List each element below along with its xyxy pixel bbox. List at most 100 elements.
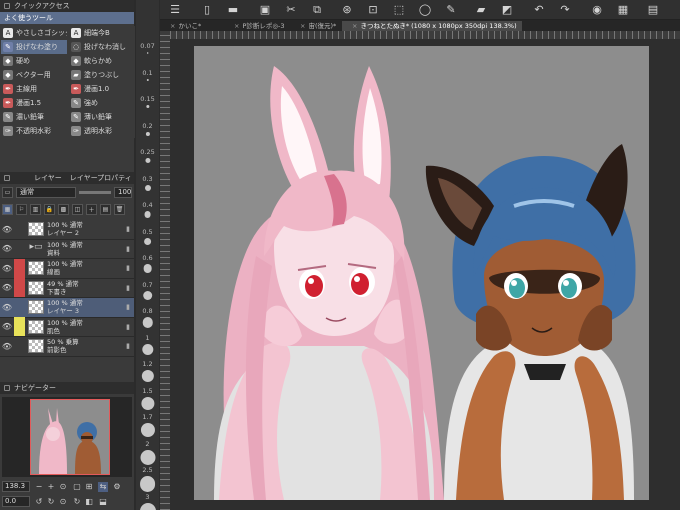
visibility-eye-icon[interactable]: 👁	[0, 283, 14, 292]
transform-icon[interactable]: ⬚	[392, 3, 406, 17]
layer-select-icon[interactable]: ▦	[2, 203, 13, 215]
grid-icon[interactable]: ▦	[616, 3, 630, 17]
palette-menu-icon[interactable]	[4, 3, 10, 9]
timelapse-icon[interactable]: ▤	[646, 3, 660, 17]
quick-access-item[interactable]: ◆ ベクター用	[1, 68, 67, 82]
layer-row[interactable]: 👁 100 % 通常 線画 ▮	[0, 258, 134, 279]
brush-size-dot[interactable]	[144, 158, 151, 164]
quick-access-item[interactable]: ◆ 軟らかめ	[69, 54, 135, 68]
rotation-field[interactable]: 0.0	[2, 496, 30, 507]
rotate-slider-icon[interactable]: ⊙	[58, 497, 68, 507]
quick-access-item[interactable]: ◌ 投げなわ消し	[69, 40, 135, 54]
close-tab-icon[interactable]: ×	[170, 22, 175, 30]
zoom-out-icon[interactable]: −	[34, 482, 44, 492]
quick-access-set-select[interactable]: よく使うツール	[0, 12, 134, 24]
layer-color-tag[interactable]	[14, 258, 25, 278]
eyedropper-icon[interactable]: ✎	[444, 3, 458, 17]
brush-size-dot[interactable]	[142, 317, 153, 328]
delete-layer-icon[interactable]: 🗑	[114, 203, 125, 215]
opacity-slider[interactable]	[79, 190, 111, 194]
quick-access-item[interactable]: ◆ 硬め	[1, 54, 67, 68]
brush-size-label[interactable]: 1.2	[136, 360, 159, 368]
brush-size-label[interactable]: 0.1	[136, 69, 159, 77]
selection-icon[interactable]: ⊛	[340, 3, 354, 17]
brush-size-dot[interactable]	[139, 476, 156, 492]
new-folder-icon[interactable]: ▤	[100, 203, 111, 215]
quick-access-item[interactable]: ▰ 塗りつぶし	[69, 68, 135, 82]
brush-size-dot[interactable]	[140, 396, 155, 410]
open-folder-icon[interactable]: ▬	[226, 3, 240, 17]
navigator-preview[interactable]	[2, 397, 132, 477]
layer-row[interactable]: 👁 100 % 通常 肌色 ▮	[0, 317, 134, 337]
quick-access-item[interactable]: ✎ 薄い鉛筆	[69, 110, 135, 124]
visibility-eye-icon[interactable]: 👁	[0, 322, 14, 331]
layer-color-tag[interactable]	[14, 239, 25, 258]
brush-size-dot[interactable]	[143, 264, 152, 273]
palette-menu-icon[interactable]	[4, 385, 10, 391]
brush-size-label[interactable]: 0.25	[136, 148, 159, 156]
copy-icon[interactable]: ⧉	[310, 3, 324, 17]
menu-icon[interactable]: ☰	[168, 3, 182, 17]
zoom-field[interactable]: 138.3	[2, 481, 30, 492]
layer-color-tag[interactable]	[14, 337, 25, 356]
lock-icon[interactable]: ▮	[126, 323, 130, 331]
quick-access-item[interactable]: ✎ 投げなわ塗り	[1, 40, 67, 54]
brush-size-dot[interactable]	[140, 449, 155, 465]
zoom-slider-icon[interactable]: ⊙	[58, 482, 68, 492]
lasso-icon[interactable]: ◯	[418, 3, 432, 17]
quick-access-item[interactable]: ✒ 主線用	[1, 82, 67, 96]
invert-selection-icon[interactable]: ⊡	[366, 3, 380, 17]
blend-mode-select[interactable]: 通常	[16, 186, 76, 198]
layer-color-tag[interactable]	[14, 317, 25, 337]
layer-color-tag[interactable]	[14, 298, 25, 317]
brush-size-dot[interactable]	[143, 237, 152, 246]
brush-size-dot[interactable]	[146, 78, 149, 81]
mask-icon[interactable]: ◫	[72, 203, 83, 215]
visibility-eye-icon[interactable]: 👁	[0, 244, 14, 253]
brush-size-label[interactable]: 1.7	[136, 413, 159, 421]
rotate-left-icon[interactable]: ↺	[34, 497, 44, 507]
brush-size-label[interactable]: 0.7	[136, 281, 159, 289]
undo-icon[interactable]: ↶	[532, 3, 546, 17]
palette-menu-icon[interactable]	[4, 175, 10, 181]
flip-icon[interactable]: ⇆	[98, 482, 108, 492]
lock-icon[interactable]: ▮	[126, 225, 130, 233]
brush-size-dot[interactable]	[141, 370, 154, 383]
layer-row[interactable]: 👁 100 % 通常 レイヤー 2 ▮	[0, 220, 134, 240]
close-tab-icon[interactable]: ×	[352, 22, 357, 30]
zoom-in-icon[interactable]: +	[46, 482, 56, 492]
cut-icon[interactable]: ✂	[284, 3, 298, 17]
flip-vertical-icon[interactable]: ⬓	[98, 497, 108, 507]
flip-horizontal-icon[interactable]: ◧	[84, 497, 94, 507]
brush-size-label[interactable]: 0.5	[136, 228, 159, 236]
reference-icon[interactable]: ⚐	[16, 203, 27, 215]
brush-size-dot[interactable]	[144, 184, 151, 191]
tab-layer[interactable]: レイヤー	[34, 173, 62, 183]
layer-row[interactable]: 👁 50 % 乗算 前影色 ▮	[0, 337, 134, 357]
quick-access-item[interactable]: A 細端今B	[69, 26, 135, 40]
quick-access-item[interactable]: ✑ 透明水彩	[69, 124, 135, 138]
clip-icon[interactable]: ▥	[30, 203, 41, 215]
brush-size-label[interactable]: 1.5	[136, 387, 159, 395]
navigator-view-frame[interactable]	[30, 399, 110, 475]
layer-row[interactable]: 👁 100 % 通常 レイヤー 3 ▮	[0, 298, 134, 318]
rotate-right-icon[interactable]: ↻	[46, 497, 56, 507]
new-file-icon[interactable]: ▯	[200, 3, 214, 17]
quick-access-item[interactable]: ✎ 強め	[69, 96, 135, 110]
brush-size-dot[interactable]	[139, 502, 156, 510]
lock-transparent-icon[interactable]: ▩	[58, 203, 69, 215]
brush-size-label[interactable]: 0.6	[136, 254, 159, 262]
clear-icon[interactable]: ◩	[500, 3, 514, 17]
quick-access-item[interactable]: A やさしさゴシック	[1, 26, 67, 40]
quick-access-title-bar[interactable]: クイックアクセス	[0, 0, 134, 12]
save-icon[interactable]: ▣	[258, 3, 272, 17]
visibility-eye-icon[interactable]: 👁	[0, 225, 14, 234]
quick-access-item[interactable]: ✒ 漫画1.0	[69, 82, 135, 96]
layer-row[interactable]: 👁 ▸▭ 100 % 通常 資料 ▮	[0, 239, 134, 259]
brush-size-dot[interactable]	[142, 290, 153, 301]
layer-row[interactable]: 👁 49 % 通常 下書き ▮	[0, 278, 134, 298]
brush-size-label[interactable]: 0.4	[136, 201, 159, 209]
quick-access-item[interactable]: ✎ 濃い鉛筆	[1, 110, 67, 124]
visibility-eye-icon[interactable]: 👁	[0, 342, 14, 351]
layer-color-tag[interactable]	[14, 220, 25, 239]
